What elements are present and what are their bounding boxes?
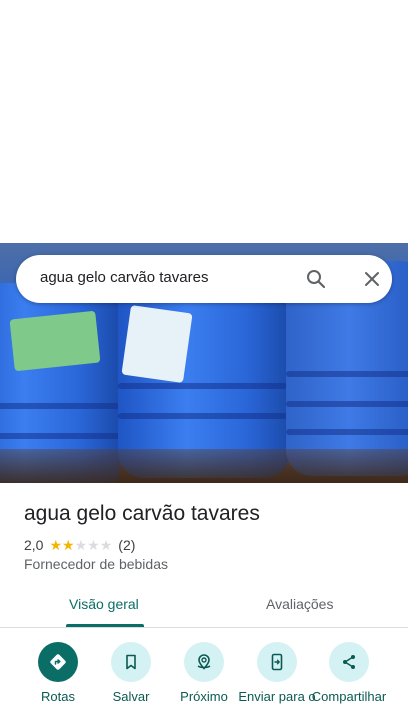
jug-label-image xyxy=(9,310,101,372)
star-empty-icon: ★ xyxy=(87,537,100,553)
map-blank-area xyxy=(0,0,408,243)
star-empty-icon: ★ xyxy=(74,537,88,553)
place-category: Fornecedor de bebidas xyxy=(24,556,168,572)
tab-overview[interactable]: Visão geral xyxy=(69,596,139,626)
directions-icon xyxy=(38,642,78,682)
search-bar[interactable]: agua gelo carvão tavares xyxy=(16,255,392,303)
save-label: Salvar xyxy=(112,689,150,704)
directions-label: Rotas xyxy=(41,689,75,704)
share-label: Compartilhar xyxy=(311,689,387,704)
place-title: agua gelo carvão tavares xyxy=(24,502,260,525)
rating-stars: ★ ★ ★ ★ ★ xyxy=(49,538,112,552)
search-input[interactable]: agua gelo carvão tavares xyxy=(40,269,208,286)
send-to-phone-label: Enviar para o xyxy=(238,689,316,704)
close-icon[interactable] xyxy=(360,267,384,291)
star-filled-icon: ★ xyxy=(62,537,75,553)
rating-value: 2,0 xyxy=(24,537,44,553)
share-icon xyxy=(329,642,369,682)
save-button[interactable]: Salvar xyxy=(91,642,171,704)
floor-shadow xyxy=(0,449,408,483)
search-icon[interactable] xyxy=(304,267,328,291)
jug-label-image xyxy=(121,305,193,383)
rating-row[interactable]: 2,0 ★ ★ ★ ★ ★ (2) xyxy=(24,536,135,554)
nearby-label: Próximo xyxy=(180,689,228,704)
review-count: (2) xyxy=(118,537,136,553)
star-empty-icon: ★ xyxy=(99,537,113,553)
directions-button[interactable]: Rotas xyxy=(18,642,98,704)
nearby-icon xyxy=(184,642,224,682)
nearby-button[interactable]: Próximo xyxy=(164,642,244,704)
star-filled-icon: ★ xyxy=(49,537,63,553)
tab-divider xyxy=(0,627,408,628)
bookmark-icon xyxy=(111,642,151,682)
send-to-phone-button[interactable]: Enviar para o xyxy=(237,642,317,704)
tab-reviews[interactable]: Avaliações xyxy=(266,596,333,626)
send-to-phone-icon xyxy=(257,642,297,682)
share-button[interactable]: Compartilhar xyxy=(309,642,389,704)
